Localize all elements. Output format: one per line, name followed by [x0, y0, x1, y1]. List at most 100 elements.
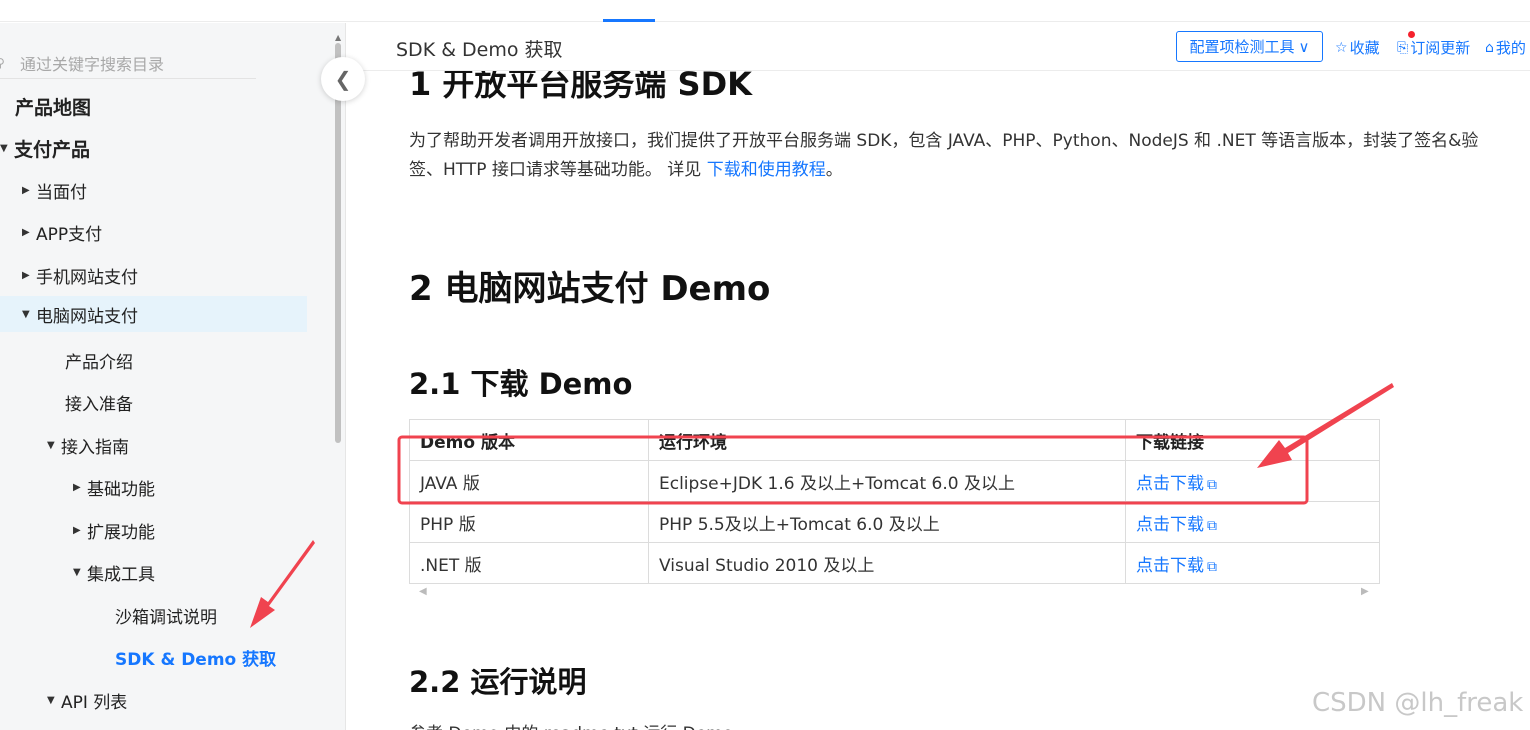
caret-down-icon: ▼	[47, 439, 55, 451]
column-header: 下载链接	[1125, 419, 1380, 461]
caret-right-icon: ▶	[22, 226, 30, 238]
sidebar-item-sandbox[interactable]: 沙箱调试说明	[115, 598, 217, 632]
sidebar: ⚲ 产品地图 ▼ 支付产品 ▶ 当面付 ▶ APP支付 ▶ 手机网站支付 ▼ 电…	[0, 23, 346, 730]
sidebar-item-label: API 列表	[61, 692, 128, 713]
demo-table: Demo 版本 运行环境 下载链接 JAVA 版 Eclipse+JDK 1.6…	[409, 419, 1380, 584]
search-icon: ⚲	[0, 56, 8, 70]
collapse-sidebar-button[interactable]: ❮	[321, 57, 365, 101]
table-cell: 点击下载 ⧉	[1125, 501, 1380, 543]
star-icon: ☆	[1335, 39, 1348, 56]
sidebar-item-label: 沙箱调试说明	[115, 607, 217, 628]
chevron-down-icon: ∨	[1298, 37, 1310, 56]
sidebar-item-api-list[interactable]: ▼ API 列表	[47, 683, 127, 717]
bookmark-icon: ⎘	[1397, 39, 1409, 56]
sidebar-item-sdk-demo[interactable]: SDK & Demo 获取	[115, 640, 276, 674]
caret-down-icon: ▼	[0, 142, 8, 154]
caret-down-icon: ▼	[22, 308, 30, 320]
sidebar-item-label: 接入准备	[65, 394, 133, 415]
sidebar-item-payment-products[interactable]: ▼ 支付产品	[0, 131, 90, 165]
column-header: Demo 版本	[409, 419, 649, 461]
sidebar-item-product-map[interactable]: 产品地图	[15, 89, 91, 123]
external-link-icon: ⧉	[1207, 558, 1217, 575]
sidebar-item-label: 产品介绍	[65, 352, 133, 373]
sidebar-item-label: 手机网站支付	[36, 267, 138, 288]
sidebar-item-wap-pay[interactable]: ▶ 手机网站支付	[22, 258, 138, 292]
caret-right-icon: ▶	[73, 524, 81, 536]
sidebar-item-label: SDK & Demo 获取	[115, 649, 277, 670]
heading-sdk: 1 开放平台服务端 SDK	[409, 71, 752, 103]
watermark: CSDN @lh_freak	[1312, 688, 1524, 718]
table-cell: Visual Studio 2010 及以上	[648, 542, 1126, 584]
page-title: SDK & Demo 获取	[396, 39, 563, 61]
sidebar-item-label: 支付产品	[14, 138, 91, 161]
sidebar-item-label: APP支付	[36, 224, 103, 245]
table-cell: PHP 版	[409, 501, 649, 543]
sidebar-item-app-pay[interactable]: ▶ APP支付	[22, 215, 102, 249]
download-link-label: 点击下载	[1136, 555, 1204, 576]
paragraph-text: 为了帮助开发者调用开放接口，我们提供了开放平台服务端 SDK，包含 JAVA、P…	[409, 131, 1479, 151]
table-cell: PHP 5.5及以上+Tomcat 6.0 及以上	[648, 501, 1126, 543]
sidebar-item-face-to-face[interactable]: ▶ 当面付	[22, 173, 87, 207]
scroll-left-icon[interactable]: ◀	[419, 586, 427, 597]
table-row: .NET 版 Visual Studio 2010 及以上 点击下载 ⧉	[409, 542, 1380, 584]
chevron-left-icon: ❮	[334, 67, 352, 91]
sidebar-item-intro[interactable]: 产品介绍	[65, 343, 133, 377]
active-tab-indicator	[603, 19, 655, 22]
sidebar-item-preparation[interactable]: 接入准备	[65, 385, 133, 419]
sidebar-item-label: 扩展功能	[87, 522, 155, 543]
heading-run-notes: 2.2 运行说明	[409, 665, 587, 699]
caret-right-icon: ▶	[73, 481, 81, 493]
sidebar-item-label: 当面付	[36, 182, 87, 203]
doc-content: 1 开放平台服务端 SDK 为了帮助开发者调用开放接口，我们提供了开放平台服务端…	[347, 71, 1530, 730]
external-link-icon: ⧉	[1207, 476, 1217, 493]
sidebar-item-label: 产品地图	[15, 96, 92, 119]
mine-label: 我的	[1495, 39, 1526, 57]
sidebar-item-label: 基础功能	[87, 479, 155, 500]
table-cell: .NET 版	[409, 542, 649, 584]
tutorial-link[interactable]: 下载和使用教程	[707, 160, 826, 180]
sidebar-item-extended[interactable]: ▶ 扩展功能	[73, 513, 155, 547]
heading-download-demo: 2.1 下载 Demo	[409, 367, 633, 401]
config-check-tool-button[interactable]: 配置项检测工具 ∨	[1176, 31, 1323, 62]
paragraph-text: 。	[825, 160, 843, 180]
heading-pc-demo: 2 电脑网站支付 Demo	[409, 269, 771, 309]
sidebar-item-label: 电脑网站支付	[36, 306, 138, 327]
folder-icon: ⌂	[1485, 39, 1494, 56]
sidebar-item-basic[interactable]: ▶ 基础功能	[73, 470, 155, 504]
table-cell: 点击下载 ⧉	[1125, 542, 1380, 584]
caret-down-icon: ▼	[47, 694, 55, 706]
favorite-label: 收藏	[1349, 39, 1380, 57]
download-link-label: 点击下载	[1136, 473, 1204, 494]
favorite-link[interactable]: ☆ 收藏	[1335, 37, 1380, 58]
column-header: 运行环境	[648, 419, 1126, 461]
scrollbar-thumb[interactable]	[335, 43, 341, 443]
caret-right-icon: ▶	[22, 269, 30, 281]
table-cell: JAVA 版	[409, 460, 649, 502]
download-link[interactable]: 点击下载 ⧉	[1136, 556, 1217, 576]
sidebar-item-label: 集成工具	[87, 564, 155, 585]
sidebar-search: ⚲	[0, 51, 256, 79]
scroll-up-icon[interactable]: ▲	[335, 33, 341, 42]
sidebar-item-guide[interactable]: ▼ 接入指南	[47, 428, 129, 462]
sidebar-item-pc-pay[interactable]: ▼ 电脑网站支付	[0, 296, 307, 332]
table-cell: Eclipse+JDK 1.6 及以上+Tomcat 6.0 及以上	[648, 460, 1126, 502]
sidebar-item-tools[interactable]: ▼ 集成工具	[73, 555, 155, 589]
paragraph-text: 签、HTTP 接口请求等基础功能。 详见	[409, 160, 707, 180]
search-input[interactable]	[20, 53, 250, 75]
table-row: PHP 版 PHP 5.5及以上+Tomcat 6.0 及以上 点击下载 ⧉	[409, 501, 1380, 543]
doc-header: SDK & Demo 获取 配置项检测工具 ∨ ☆ 收藏 ⎘ 订阅更新 ⌂ 我的	[347, 23, 1530, 71]
download-link[interactable]: 点击下载 ⧉	[1136, 474, 1217, 494]
caret-down-icon: ▼	[73, 566, 81, 578]
mine-link[interactable]: ⌂ 我的	[1485, 37, 1526, 58]
run-notes-paragraph: 参考 Demo 中的 readme.txt 运行 Demo。	[409, 719, 750, 730]
download-link[interactable]: 点击下载 ⧉	[1136, 515, 1217, 535]
external-link-icon: ⧉	[1207, 517, 1217, 534]
table-row: JAVA 版 Eclipse+JDK 1.6 及以上+Tomcat 6.0 及以…	[409, 460, 1380, 502]
caret-right-icon: ▶	[22, 184, 30, 196]
sdk-paragraph: 为了帮助开发者调用开放接口，我们提供了开放平台服务端 SDK，包含 JAVA、P…	[409, 127, 1530, 185]
top-strip	[0, 0, 1530, 22]
subscribe-link[interactable]: ⎘ 订阅更新	[1397, 37, 1470, 58]
config-button-label: 配置项检测工具	[1189, 38, 1295, 56]
scroll-right-icon[interactable]: ▶	[1361, 586, 1369, 597]
subscribe-label: 订阅更新	[1410, 39, 1471, 57]
